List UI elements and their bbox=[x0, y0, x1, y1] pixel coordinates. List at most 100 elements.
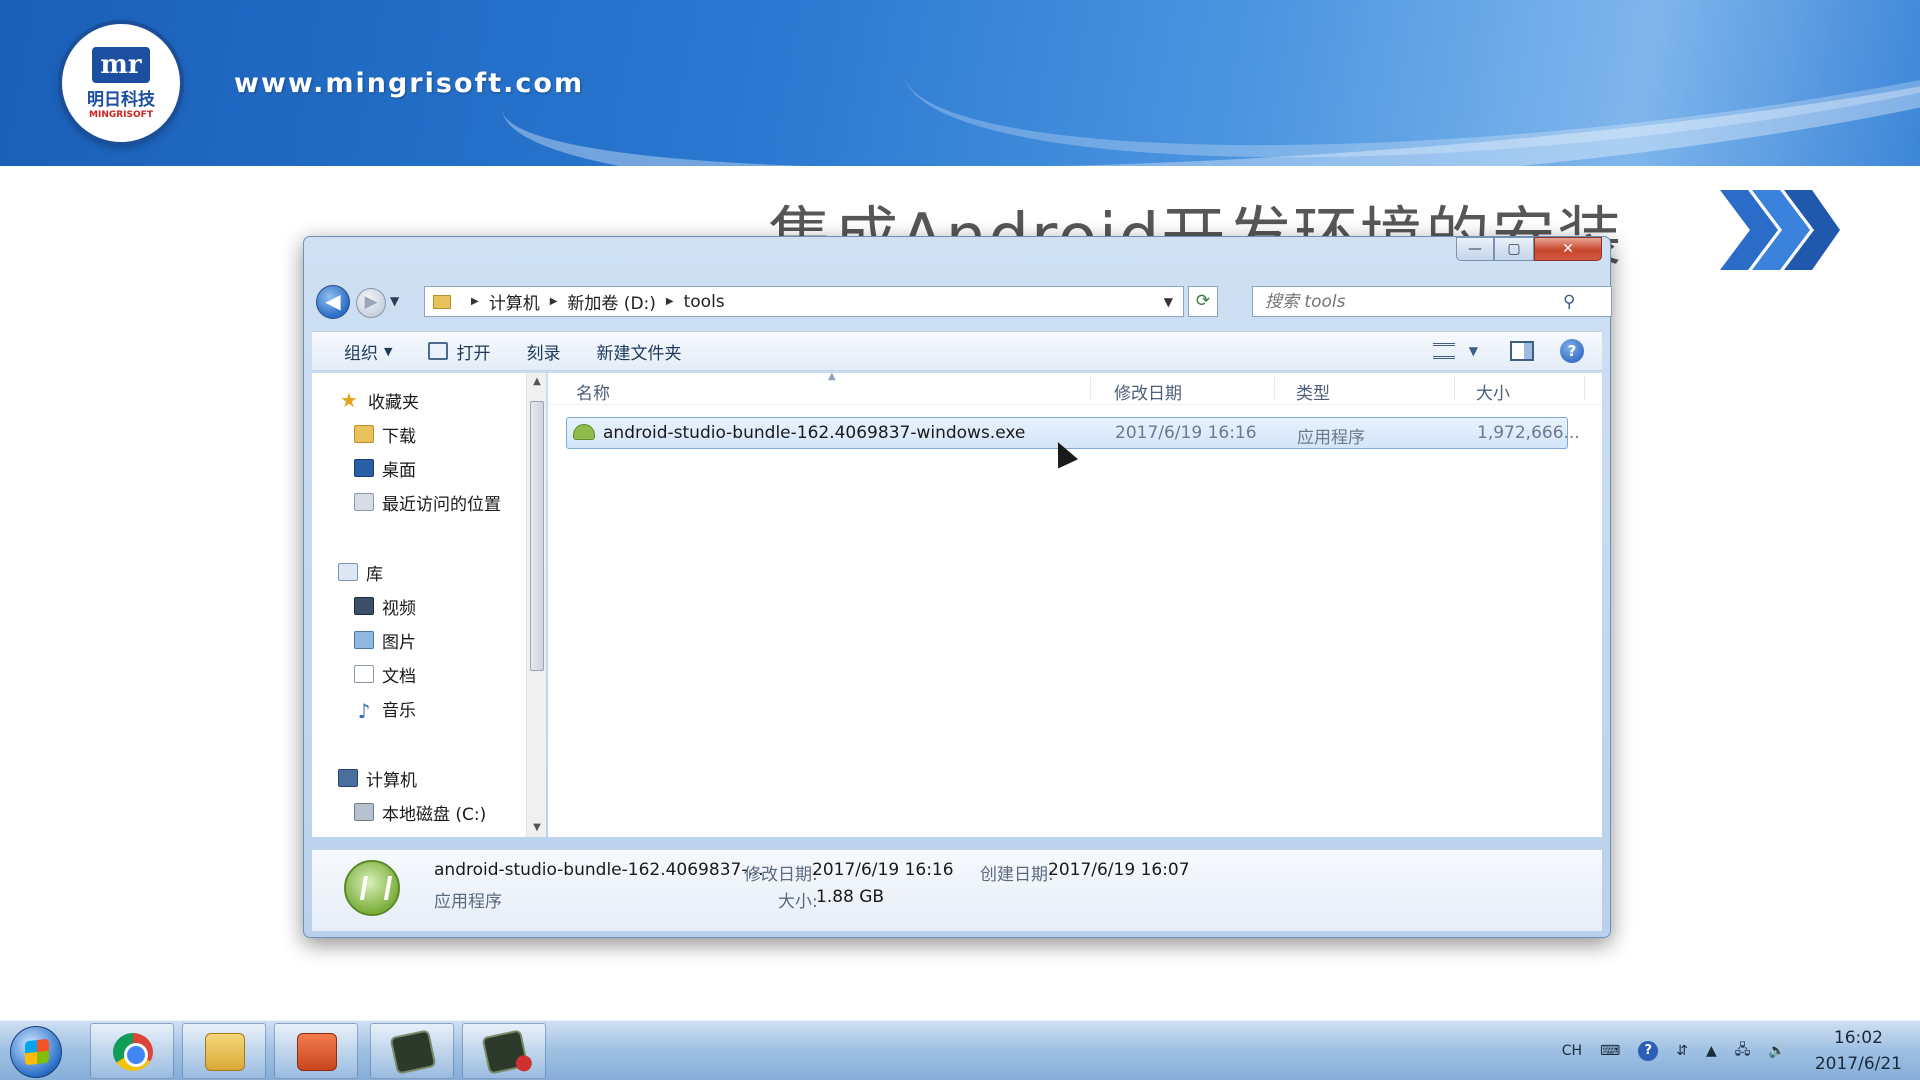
column-divider[interactable] bbox=[1454, 377, 1455, 401]
search-icon[interactable]: ⚲ bbox=[1563, 292, 1575, 312]
column-header-type[interactable]: 类型 bbox=[1296, 379, 1330, 404]
close-button[interactable]: ✕ bbox=[1534, 237, 1602, 261]
taskbar-explorer[interactable] bbox=[182, 1023, 266, 1079]
star-icon: ★ bbox=[340, 388, 358, 412]
ime-options-icon[interactable]: ⇵ bbox=[1676, 1043, 1688, 1059]
android-studio-icon bbox=[573, 424, 595, 440]
address-dropdown-icon[interactable]: ▼ bbox=[1164, 295, 1173, 309]
breadcrumb-separator-icon[interactable]: ▶ bbox=[550, 296, 558, 307]
terminal-recording-icon bbox=[481, 1029, 529, 1075]
help-icon[interactable]: ? bbox=[1560, 339, 1584, 363]
show-hidden-icons-icon[interactable]: ▲ bbox=[1706, 1043, 1717, 1059]
column-header-modified[interactable]: 修改日期 bbox=[1114, 379, 1182, 404]
video-icon bbox=[354, 597, 374, 615]
network-icon[interactable]: 🖧 bbox=[1735, 1039, 1751, 1063]
start-button[interactable] bbox=[10, 1026, 62, 1078]
forward-button[interactable]: ▶ bbox=[356, 288, 386, 318]
new-folder-button[interactable]: 新建文件夹 bbox=[578, 332, 699, 370]
maximize-button[interactable]: ▢ bbox=[1494, 237, 1534, 261]
toolbar-right-group: ▼ ? bbox=[1432, 339, 1602, 363]
pictures-icon bbox=[354, 631, 374, 649]
clock[interactable]: 16:02 2017/6/21 bbox=[1815, 1025, 1902, 1077]
scroll-down-icon[interactable]: ▼ bbox=[527, 819, 547, 837]
address-bar[interactable]: ▶ 计算机 ▶ 新加卷 (D:) ▶ tools ▼ bbox=[424, 286, 1184, 317]
volume-icon[interactable]: 🔊 bbox=[1768, 1043, 1785, 1059]
open-button[interactable]: 打开 bbox=[410, 332, 508, 370]
breadcrumb-separator-icon[interactable]: ▶ bbox=[471, 296, 479, 307]
details-file-type: 应用程序 bbox=[434, 892, 502, 912]
breadcrumb-drive-d[interactable]: 新加卷 (D:) bbox=[567, 289, 656, 314]
back-button[interactable]: ◀ bbox=[316, 285, 350, 319]
nav-local-disk-c[interactable]: 本地磁盘 (C:) bbox=[354, 797, 486, 827]
column-header-size[interactable]: 大小 bbox=[1476, 379, 1510, 404]
taskbar-chrome[interactable] bbox=[90, 1023, 174, 1079]
clock-date: 2017/6/21 bbox=[1814, 1054, 1902, 1074]
nav-downloads-label: 下载 bbox=[382, 426, 416, 447]
desktop-icon bbox=[354, 459, 374, 477]
taskbar-powerpoint[interactable] bbox=[274, 1023, 358, 1079]
view-dropdown-icon[interactable]: ▼ bbox=[1469, 344, 1478, 358]
scroll-up-icon[interactable]: ▲ bbox=[527, 373, 547, 391]
recent-places-icon bbox=[354, 493, 374, 511]
system-tray: CH ⌨ ? ⇵ ▲ 🖧 🔊 16:02 2017/6/21 bbox=[1553, 1021, 1902, 1080]
search-box[interactable]: ⚲ bbox=[1252, 286, 1612, 317]
details-modified-value: 2017/6/19 16:16 bbox=[812, 860, 954, 880]
file-list-pane: ▲ 名称 修改日期 类型 大小 android-studio-bundle-16… bbox=[548, 371, 1602, 837]
recent-pages-dropdown[interactable]: ▼ bbox=[390, 294, 399, 308]
nav-favorites-label: 收藏夹 bbox=[368, 392, 419, 413]
column-header-name[interactable]: 名称 bbox=[576, 379, 610, 404]
open-label: 打开 bbox=[456, 343, 491, 364]
refresh-button[interactable]: ⟳ bbox=[1188, 286, 1218, 317]
column-divider[interactable] bbox=[1090, 377, 1091, 401]
nav-desktop[interactable]: 桌面 bbox=[354, 453, 416, 483]
taskbar-terminal[interactable] bbox=[370, 1023, 454, 1079]
open-icon bbox=[428, 342, 449, 360]
navigation-bar: ◀ ▶ ▼ ▶ 计算机 ▶ 新加卷 (D:) ▶ tools ▼ ⟳ ⚲ bbox=[316, 285, 1612, 319]
downloads-folder-icon bbox=[354, 425, 374, 443]
column-divider[interactable] bbox=[1274, 377, 1275, 401]
keyboard-icon[interactable]: ⌨ bbox=[1600, 1043, 1620, 1059]
navigation-pane: ★ 收藏夹 下载 桌面 最近访问的位置 库 视频 图片 文档 ♪ 音乐 计算机 … bbox=[312, 373, 534, 837]
android-studio-large-icon bbox=[344, 860, 400, 916]
nav-libraries-label: 库 bbox=[366, 564, 383, 585]
details-created-value: 2017/6/19 16:07 bbox=[1048, 860, 1190, 880]
taskbar-terminal-recording[interactable] bbox=[462, 1023, 546, 1079]
command-toolbar: 组织 ▼ 打开 刻录 新建文件夹 ▼ ? bbox=[312, 331, 1602, 371]
logo-cn-text: 明日科技 bbox=[87, 89, 155, 110]
burn-button[interactable]: 刻录 bbox=[508, 332, 578, 370]
nav-videos-label: 视频 bbox=[382, 598, 416, 619]
slide-banner: mr 明日科技 MINGRISOFT www.mingrisoft.com bbox=[0, 0, 1920, 166]
nav-libraries[interactable]: 库 bbox=[338, 557, 383, 587]
search-input[interactable] bbox=[1253, 291, 1563, 312]
scrollbar-thumb[interactable] bbox=[530, 401, 544, 671]
clock-time: 16:02 bbox=[1833, 1028, 1883, 1048]
organize-button[interactable]: 组织 ▼ bbox=[312, 332, 410, 370]
help-tray-icon[interactable]: ? bbox=[1638, 1041, 1659, 1061]
minimize-button[interactable]: — bbox=[1456, 237, 1494, 261]
logo-mark: mr bbox=[92, 46, 150, 83]
nav-videos[interactable]: 视频 bbox=[354, 591, 416, 621]
sort-ascending-icon: ▲ bbox=[828, 371, 836, 382]
file-name: android-studio-bundle-162.4069837-window… bbox=[603, 423, 1026, 443]
breadcrumb-separator-icon[interactable]: ▶ bbox=[666, 296, 674, 307]
nav-recent-label: 最近访问的位置 bbox=[382, 494, 501, 515]
breadcrumb-computer[interactable]: 计算机 bbox=[489, 289, 540, 314]
nav-documents[interactable]: 文档 bbox=[354, 659, 416, 689]
file-size: 1,972,666... bbox=[1477, 423, 1580, 443]
nav-pane-scrollbar[interactable]: ▲ ▼ bbox=[526, 373, 546, 837]
nav-recent-places[interactable]: 最近访问的位置 bbox=[354, 487, 501, 517]
column-headers: ▲ 名称 修改日期 类型 大小 bbox=[548, 371, 1602, 405]
nav-music[interactable]: ♪ 音乐 bbox=[354, 693, 416, 723]
preview-pane-icon[interactable] bbox=[1510, 341, 1534, 361]
documents-icon bbox=[354, 665, 374, 683]
view-options-icon[interactable] bbox=[1432, 343, 1455, 359]
organize-label: 组织 bbox=[344, 343, 378, 364]
nav-pictures[interactable]: 图片 bbox=[354, 625, 416, 655]
column-divider[interactable] bbox=[1584, 377, 1585, 401]
nav-computer[interactable]: 计算机 bbox=[338, 763, 417, 793]
powerpoint-icon bbox=[297, 1033, 337, 1071]
nav-downloads[interactable]: 下载 bbox=[354, 419, 416, 449]
input-language[interactable]: CH bbox=[1562, 1043, 1582, 1059]
breadcrumb-tools[interactable]: tools bbox=[684, 292, 725, 312]
nav-favorites[interactable]: ★ 收藏夹 bbox=[338, 385, 419, 415]
